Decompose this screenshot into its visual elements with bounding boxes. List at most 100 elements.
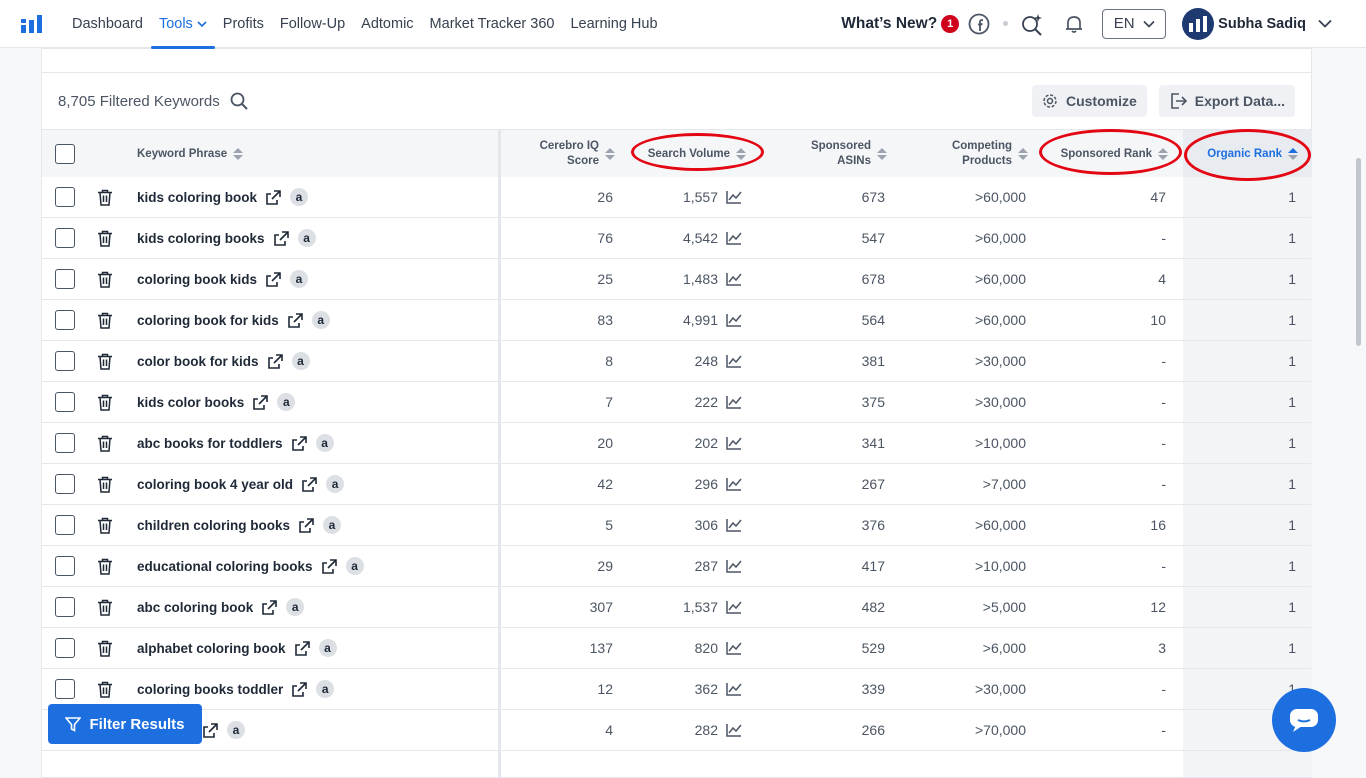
language-select[interactable]: EN	[1102, 8, 1167, 39]
ai-search-icon[interactable]	[1018, 10, 1046, 38]
export-data-button[interactable]: Export Data...	[1158, 85, 1295, 117]
trend-chart-icon[interactable]	[726, 231, 742, 245]
external-link-icon[interactable]	[287, 312, 304, 329]
external-link-icon[interactable]	[252, 394, 269, 411]
trash-icon[interactable]	[97, 628, 113, 668]
table-row[interactable]: kids coloring books a 76 4,542 547 >60,0…	[42, 218, 1311, 259]
trash-icon[interactable]	[97, 464, 113, 504]
external-link-icon[interactable]	[265, 271, 282, 288]
nav-market-tracker[interactable]: Market Tracker 360	[422, 0, 563, 48]
keyword-phrase[interactable]: coloring book kids	[137, 272, 257, 287]
keyword-phrase[interactable]: abc books for toddlers	[137, 436, 283, 451]
trend-chart-icon[interactable]	[726, 518, 742, 532]
row-checkbox[interactable]	[55, 269, 75, 289]
amazon-icon[interactable]: a	[291, 352, 310, 370]
user-menu[interactable]: Subha Sadiq	[1182, 7, 1332, 40]
amazon-icon[interactable]: a	[326, 475, 345, 493]
amazon-icon[interactable]: a	[290, 188, 309, 206]
trend-chart-icon[interactable]	[726, 682, 742, 696]
trash-icon[interactable]	[97, 177, 113, 217]
row-checkbox[interactable]	[55, 433, 75, 453]
table-row[interactable]: s toddler a 4 282 266 >70,000 - 1	[42, 710, 1311, 751]
header-sponsored-rank[interactable]: Sponsored Rank	[1042, 130, 1168, 178]
select-all-checkbox[interactable]	[55, 144, 75, 164]
table-row[interactable]: color book for kids a 8 248 381 >30,000 …	[42, 341, 1311, 382]
external-link-icon[interactable]	[265, 189, 282, 206]
external-link-icon[interactable]	[291, 681, 308, 698]
page-scrollbar[interactable]	[1356, 158, 1361, 346]
trend-chart-icon[interactable]	[726, 723, 742, 737]
bell-icon[interactable]	[1060, 10, 1088, 38]
row-checkbox[interactable]	[55, 679, 75, 699]
trash-icon[interactable]	[97, 546, 113, 586]
trash-icon[interactable]	[97, 587, 113, 627]
trend-chart-icon[interactable]	[726, 641, 742, 655]
table-row[interactable]: coloring book kids a 25 1,483 678 >60,00…	[42, 259, 1311, 300]
whats-new-link[interactable]: What’s New? 1	[841, 14, 960, 33]
table-row[interactable]: coloring book for kids a 83 4,991 564 >6…	[42, 300, 1311, 341]
amazon-icon[interactable]: a	[316, 680, 335, 698]
amazon-icon[interactable]: a	[311, 311, 330, 329]
nav-learning-hub[interactable]: Learning Hub	[562, 0, 665, 48]
external-link-icon[interactable]	[294, 640, 311, 657]
filter-results-button[interactable]: Filter Results	[48, 704, 202, 744]
nav-adtomic[interactable]: Adtomic	[353, 0, 421, 48]
table-row[interactable]: abc books for toddlers a 20 202 341 >10,…	[42, 423, 1311, 464]
amazon-icon[interactable]: a	[297, 229, 316, 247]
table-row[interactable]: educational coloring books a 29 287 417 …	[42, 546, 1311, 587]
trend-chart-icon[interactable]	[726, 354, 742, 368]
table-row[interactable]: kids color books a 7 222 375 >30,000 - 1	[42, 382, 1311, 423]
keyword-phrase[interactable]: abc coloring book	[137, 600, 253, 615]
keyword-phrase[interactable]: color book for kids	[137, 354, 259, 369]
external-link-icon[interactable]	[202, 722, 219, 739]
trend-chart-icon[interactable]	[726, 313, 742, 327]
trend-chart-icon[interactable]	[726, 190, 742, 204]
facebook-icon[interactable]	[965, 10, 993, 38]
trend-chart-icon[interactable]	[726, 395, 742, 409]
row-checkbox[interactable]	[55, 187, 75, 207]
external-link-icon[interactable]	[273, 230, 290, 247]
amazon-icon[interactable]: a	[323, 516, 342, 534]
chat-support-button[interactable]	[1272, 688, 1336, 752]
nav-dashboard[interactable]: Dashboard	[64, 0, 151, 48]
trash-icon[interactable]	[97, 218, 113, 258]
search-icon[interactable]	[230, 92, 248, 110]
trend-chart-icon[interactable]	[726, 559, 742, 573]
keyword-phrase[interactable]: coloring books toddler	[137, 682, 283, 697]
keyword-phrase[interactable]: coloring book for kids	[137, 313, 279, 328]
row-checkbox[interactable]	[55, 392, 75, 412]
trend-chart-icon[interactable]	[726, 272, 742, 286]
table-row[interactable]: kids coloring book a 26 1,557 673 >60,00…	[42, 177, 1311, 218]
header-search-volume[interactable]: Search Volume	[632, 130, 746, 178]
table-row[interactable]: children coloring books a 5 306 376 >60,…	[42, 505, 1311, 546]
row-checkbox[interactable]	[55, 597, 75, 617]
trash-icon[interactable]	[97, 423, 113, 463]
header-organic-rank[interactable]: Organic Rank	[1183, 130, 1312, 178]
amazon-icon[interactable]: a	[227, 721, 246, 739]
row-checkbox[interactable]	[55, 310, 75, 330]
app-logo-icon[interactable]	[0, 0, 64, 48]
row-checkbox[interactable]	[55, 638, 75, 658]
external-link-icon[interactable]	[261, 599, 278, 616]
table-row[interactable]: alphabet coloring book a 137 820 529 >6,…	[42, 628, 1311, 669]
header-keyword-phrase[interactable]: Keyword Phrase	[137, 130, 244, 178]
external-link-icon[interactable]	[267, 353, 284, 370]
keyword-phrase[interactable]: kids coloring book	[137, 190, 257, 205]
trash-icon[interactable]	[97, 505, 113, 545]
row-checkbox[interactable]	[55, 474, 75, 494]
header-competing-products[interactable]: Competing Products	[922, 130, 1028, 178]
keyword-phrase[interactable]: alphabet coloring book	[137, 641, 286, 656]
nav-profits[interactable]: Profits	[215, 0, 272, 48]
keyword-phrase[interactable]: kids coloring books	[137, 231, 265, 246]
keyword-phrase[interactable]: educational coloring books	[137, 559, 313, 574]
header-sponsored-asins[interactable]: Sponsored ASINs	[782, 130, 887, 178]
row-checkbox[interactable]	[55, 556, 75, 576]
external-link-icon[interactable]	[291, 435, 308, 452]
amazon-icon[interactable]: a	[315, 434, 334, 452]
trend-chart-icon[interactable]	[726, 436, 742, 450]
trend-chart-icon[interactable]	[726, 477, 742, 491]
table-row[interactable]: coloring books toddler a 12 362 339 >30,…	[42, 669, 1311, 710]
trash-icon[interactable]	[97, 382, 113, 422]
external-link-icon[interactable]	[301, 476, 318, 493]
customize-button[interactable]: Customize	[1031, 85, 1147, 117]
